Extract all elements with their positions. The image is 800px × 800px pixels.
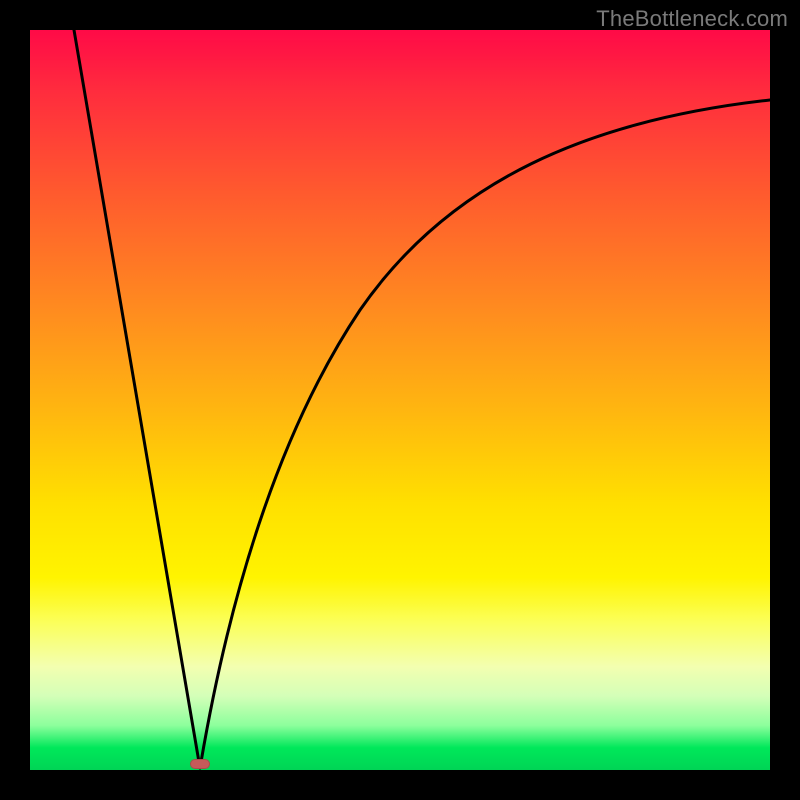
curve-right-branch <box>200 100 770 768</box>
bottleneck-curve <box>30 30 770 770</box>
curve-left-branch <box>74 30 200 768</box>
watermark-text: TheBottleneck.com <box>596 6 788 32</box>
minimum-marker <box>190 759 210 769</box>
plot-area <box>30 30 770 770</box>
chart-frame: TheBottleneck.com <box>0 0 800 800</box>
